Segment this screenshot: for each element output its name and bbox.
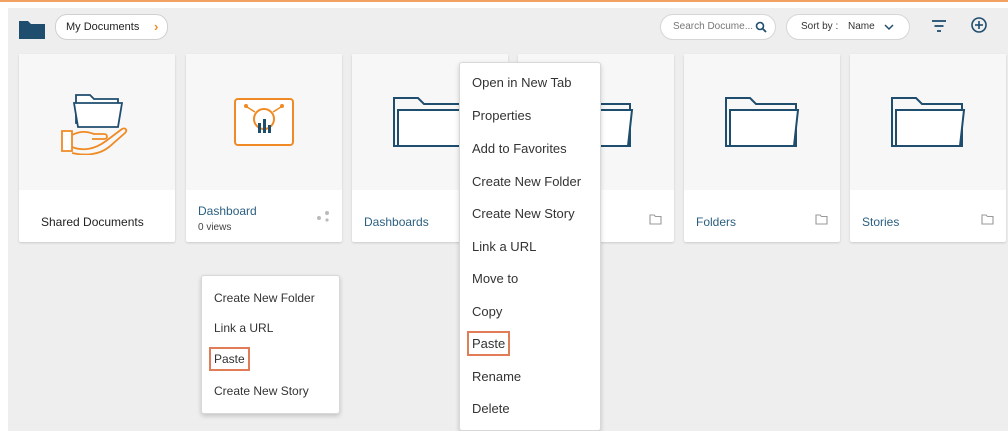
card-stories[interactable]: Stories [850,54,1006,242]
card-dashboard[interactable]: Dashboard 0 views [186,54,342,242]
dashboard-chart-icon [234,98,294,146]
add-circle-icon[interactable] [970,16,988,34]
chevron-down-icon [884,24,894,31]
chevron-right-icon: › [154,19,159,34]
sort-value: Name [848,21,875,32]
card-views: 0 views [198,222,232,233]
folder-icon [725,97,800,147]
sort-label: Sort by : [801,21,839,32]
menu-item-add-to-favorites[interactable]: Add to Favorites [472,141,567,156]
sort-dropdown[interactable]: Sort by : Name [786,14,910,40]
menu-item-paste[interactable]: Paste [466,331,511,356]
folder-icon [393,97,468,147]
card-thumbnail [850,54,1006,190]
menu-item-delete[interactable]: Delete [472,401,510,416]
folder-icon [649,214,662,225]
menu-item-open-new-tab[interactable]: Open in New Tab [472,75,572,90]
menu-item-create-new-folder[interactable]: Create New Folder [214,291,315,305]
menu-item-move-to[interactable]: Move to [472,271,518,286]
menu-item-paste[interactable]: Paste [209,347,250,371]
breadcrumb[interactable]: My Documents › [55,14,169,40]
shared-folder-hand-icon [61,94,128,155]
top-accent-line [0,0,1008,2]
folder-icon [981,214,994,225]
card-title: Shared Documents [41,215,144,229]
filter-icon[interactable] [932,20,946,32]
menu-item-create-new-story[interactable]: Create New Story [214,384,309,398]
card-title: Dashboard [198,204,257,218]
item-context-menu: Open in New Tab Properties Add to Favori… [459,62,601,431]
folder-icon [815,214,828,225]
card-thumbnail [19,54,175,190]
menu-item-create-new-folder[interactable]: Create New Folder [472,174,581,189]
card-title: Stories [862,215,900,229]
folder-icon [19,21,45,39]
menu-item-link-url[interactable]: Link a URL [472,239,536,254]
search-input[interactable] [671,20,761,33]
menu-item-rename[interactable]: Rename [472,369,521,384]
card-shared-documents[interactable]: Shared Documents [19,54,175,242]
card-thumbnail [684,54,840,190]
card-folders[interactable]: Folders [684,54,840,242]
search-box[interactable] [660,14,776,40]
menu-item-link-url[interactable]: Link a URL [214,321,273,335]
search-icon[interactable] [755,21,767,33]
menu-item-create-new-story[interactable]: Create New Story [472,206,575,221]
folder-icon [891,97,966,147]
blank-area-context-menu: Create New Folder Link a URL Paste Creat… [201,275,340,414]
share-icon[interactable] [316,210,330,222]
menu-item-copy[interactable]: Copy [472,304,502,319]
breadcrumb-label: My Documents [66,21,140,33]
menu-item-properties[interactable]: Properties [472,108,531,123]
card-title: Folders [696,215,737,229]
card-title: Dashboards [364,215,429,229]
card-thumbnail [186,54,342,190]
